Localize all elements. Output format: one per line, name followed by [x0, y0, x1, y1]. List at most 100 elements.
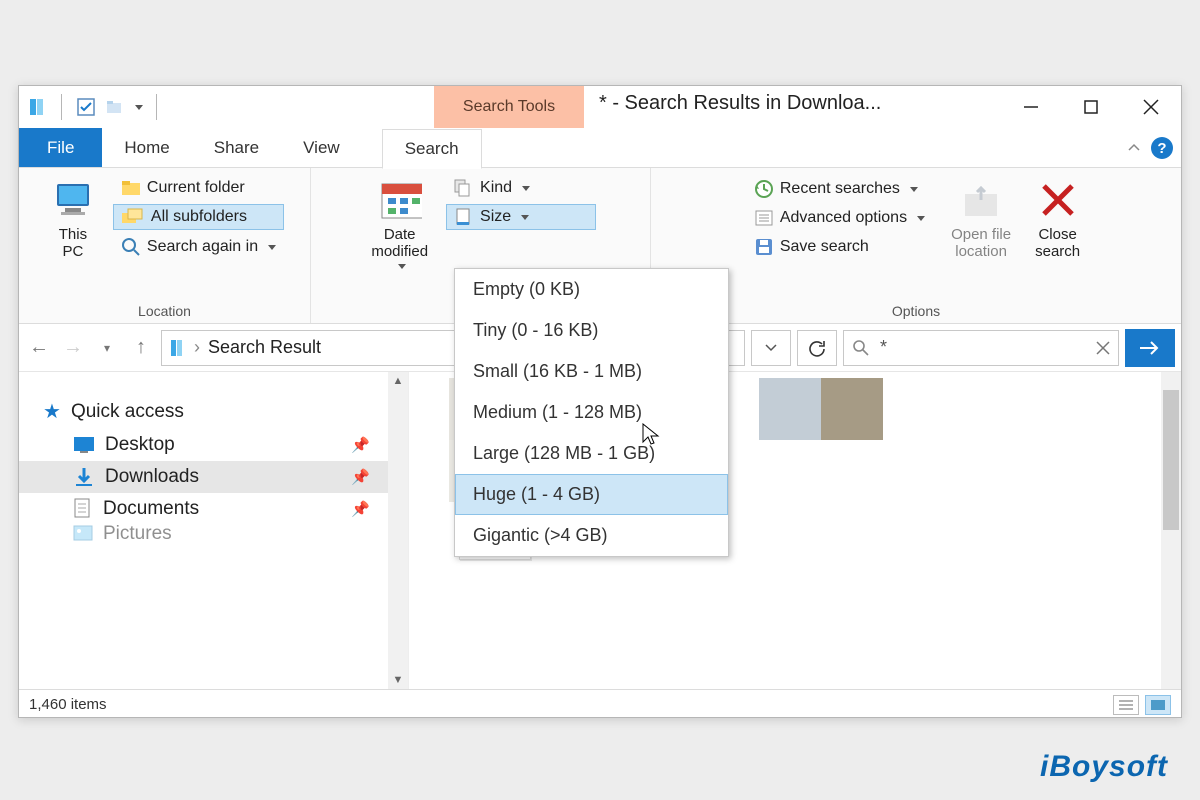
scroll-down-icon[interactable]: ▼	[389, 671, 407, 689]
collapse-ribbon-icon[interactable]	[1127, 141, 1141, 155]
folders-icon	[121, 207, 145, 227]
save-label: Save search	[780, 238, 869, 256]
status-bar: 1,460 items	[19, 689, 1181, 719]
size-dropdown-menu: Empty (0 KB) Tiny (0 - 16 KB) Small (16 …	[454, 268, 729, 557]
close-icon	[1036, 178, 1080, 222]
navigation-pane: ★ Quick access Desktop 📌 Downloads 📌 Doc…	[19, 372, 409, 689]
size-option-empty[interactable]: Empty (0 KB)	[455, 269, 728, 310]
search-query: *	[880, 337, 1086, 358]
save-icon	[754, 237, 774, 257]
this-pc-button[interactable]: This PC	[45, 174, 101, 264]
main-scrollbar[interactable]	[1161, 372, 1181, 689]
kind-label: Kind	[480, 179, 512, 197]
documents-label: Documents	[103, 498, 199, 520]
scroll-up-icon[interactable]: ▲	[389, 372, 407, 390]
app-icon	[27, 97, 47, 117]
recent-locations-button[interactable]: ▾	[93, 334, 121, 362]
forward-button[interactable]: →	[59, 334, 87, 362]
refresh-button[interactable]	[797, 330, 837, 366]
window-controls	[1001, 86, 1181, 128]
sidebar-item-desktop[interactable]: Desktop 📌	[19, 429, 408, 461]
group-location-label: Location	[19, 303, 310, 319]
star-icon: ★	[43, 399, 61, 424]
list-icon	[754, 209, 774, 227]
size-option-gigantic[interactable]: Gigantic (>4 GB)	[455, 515, 728, 556]
pin-icon: 📌	[351, 468, 370, 486]
pin-icon: 📌	[351, 436, 370, 454]
open-location-icon	[959, 178, 1003, 222]
pictures-icon	[73, 525, 93, 543]
maximize-button[interactable]	[1061, 86, 1121, 128]
chevron-right-icon: ›	[194, 337, 200, 358]
search-again-label: Search again in	[147, 238, 258, 256]
quick-access-toolbar	[19, 94, 163, 120]
watermark: iBoysoft	[1040, 750, 1168, 784]
titlebar: Search Tools * - Search Results in Downl…	[19, 86, 1181, 128]
tab-file[interactable]: File	[19, 128, 102, 167]
search-again-button[interactable]: Search again in	[113, 234, 284, 260]
group-options-label: Options	[651, 303, 1181, 319]
size-icon	[454, 207, 474, 227]
size-button[interactable]: Size	[446, 204, 596, 230]
window-title: * - Search Results in Downloa...	[599, 92, 881, 115]
this-pc-label: This PC	[59, 226, 87, 260]
sidebar-item-documents[interactable]: Documents 📌	[19, 493, 408, 525]
size-option-small[interactable]: Small (16 KB - 1 MB)	[455, 351, 728, 392]
sidebar-scrollbar[interactable]: ▲ ▼	[388, 372, 408, 689]
search-go-button[interactable]	[1125, 329, 1175, 367]
date-modified-button[interactable]: Date modified	[365, 174, 434, 273]
close-button[interactable]	[1121, 86, 1181, 128]
size-option-large[interactable]: Large (128 MB - 1 GB)	[455, 433, 728, 474]
sidebar-item-downloads[interactable]: Downloads 📌	[19, 461, 408, 493]
sidebar-item-quick-access[interactable]: ★ Quick access	[19, 394, 408, 429]
size-option-tiny[interactable]: Tiny (0 - 16 KB)	[455, 310, 728, 351]
tab-view[interactable]: View	[281, 128, 362, 167]
current-folder-button[interactable]: Current folder	[113, 176, 284, 200]
save-search-button[interactable]: Save search	[746, 234, 933, 260]
explorer-window: Search Tools * - Search Results in Downl…	[18, 85, 1182, 718]
downloads-icon	[73, 466, 95, 488]
recent-icon	[754, 179, 774, 199]
sidebar-item-pictures[interactable]: Pictures	[19, 525, 408, 543]
computer-icon	[51, 178, 95, 222]
pin-icon: 📌	[351, 500, 370, 518]
quick-access-label: Quick access	[71, 401, 184, 423]
size-option-medium[interactable]: Medium (1 - 128 MB)	[455, 392, 728, 433]
tab-search[interactable]: Search	[382, 129, 482, 169]
thumbnails-view-button[interactable]	[1145, 695, 1171, 715]
downloads-label: Downloads	[105, 466, 199, 488]
magnifier-icon	[121, 237, 141, 257]
current-folder-label: Current folder	[147, 179, 245, 197]
up-button[interactable]: ↑	[127, 334, 155, 362]
contextual-tab-header: Search Tools	[434, 86, 584, 128]
address-dropdown-button[interactable]	[751, 330, 791, 366]
size-label: Size	[480, 208, 511, 226]
kind-icon	[454, 179, 474, 197]
new-folder-icon[interactable]	[104, 97, 124, 117]
mouse-cursor-icon	[642, 423, 662, 447]
help-icon[interactable]: ?	[1151, 137, 1173, 159]
size-option-huge[interactable]: Huge (1 - 4 GB)	[455, 474, 728, 515]
search-box[interactable]: *	[843, 330, 1119, 366]
scrollbar-thumb[interactable]	[1163, 390, 1179, 530]
clear-search-icon[interactable]	[1096, 341, 1110, 355]
desktop-label: Desktop	[105, 434, 175, 456]
details-view-button[interactable]	[1113, 695, 1139, 715]
folder-icon	[121, 179, 141, 197]
open-file-location-button[interactable]: Open file location	[945, 174, 1017, 264]
calendar-icon	[378, 178, 422, 222]
qat-customize-icon[interactable]	[132, 97, 142, 117]
back-button[interactable]: ←	[25, 334, 53, 362]
tab-home[interactable]: Home	[102, 128, 191, 167]
recent-label: Recent searches	[780, 180, 900, 198]
properties-icon[interactable]	[76, 97, 96, 117]
close-search-button[interactable]: Close search	[1029, 174, 1086, 264]
recent-searches-button[interactable]: Recent searches	[746, 176, 933, 202]
kind-button[interactable]: Kind	[446, 176, 596, 200]
separator	[61, 94, 62, 120]
minimize-button[interactable]	[1001, 86, 1061, 128]
all-subfolders-button[interactable]: All subfolders	[113, 204, 284, 230]
item-count: 1,460 items	[29, 696, 107, 713]
tab-share[interactable]: Share	[192, 128, 281, 167]
advanced-options-button[interactable]: Advanced options	[746, 206, 933, 230]
